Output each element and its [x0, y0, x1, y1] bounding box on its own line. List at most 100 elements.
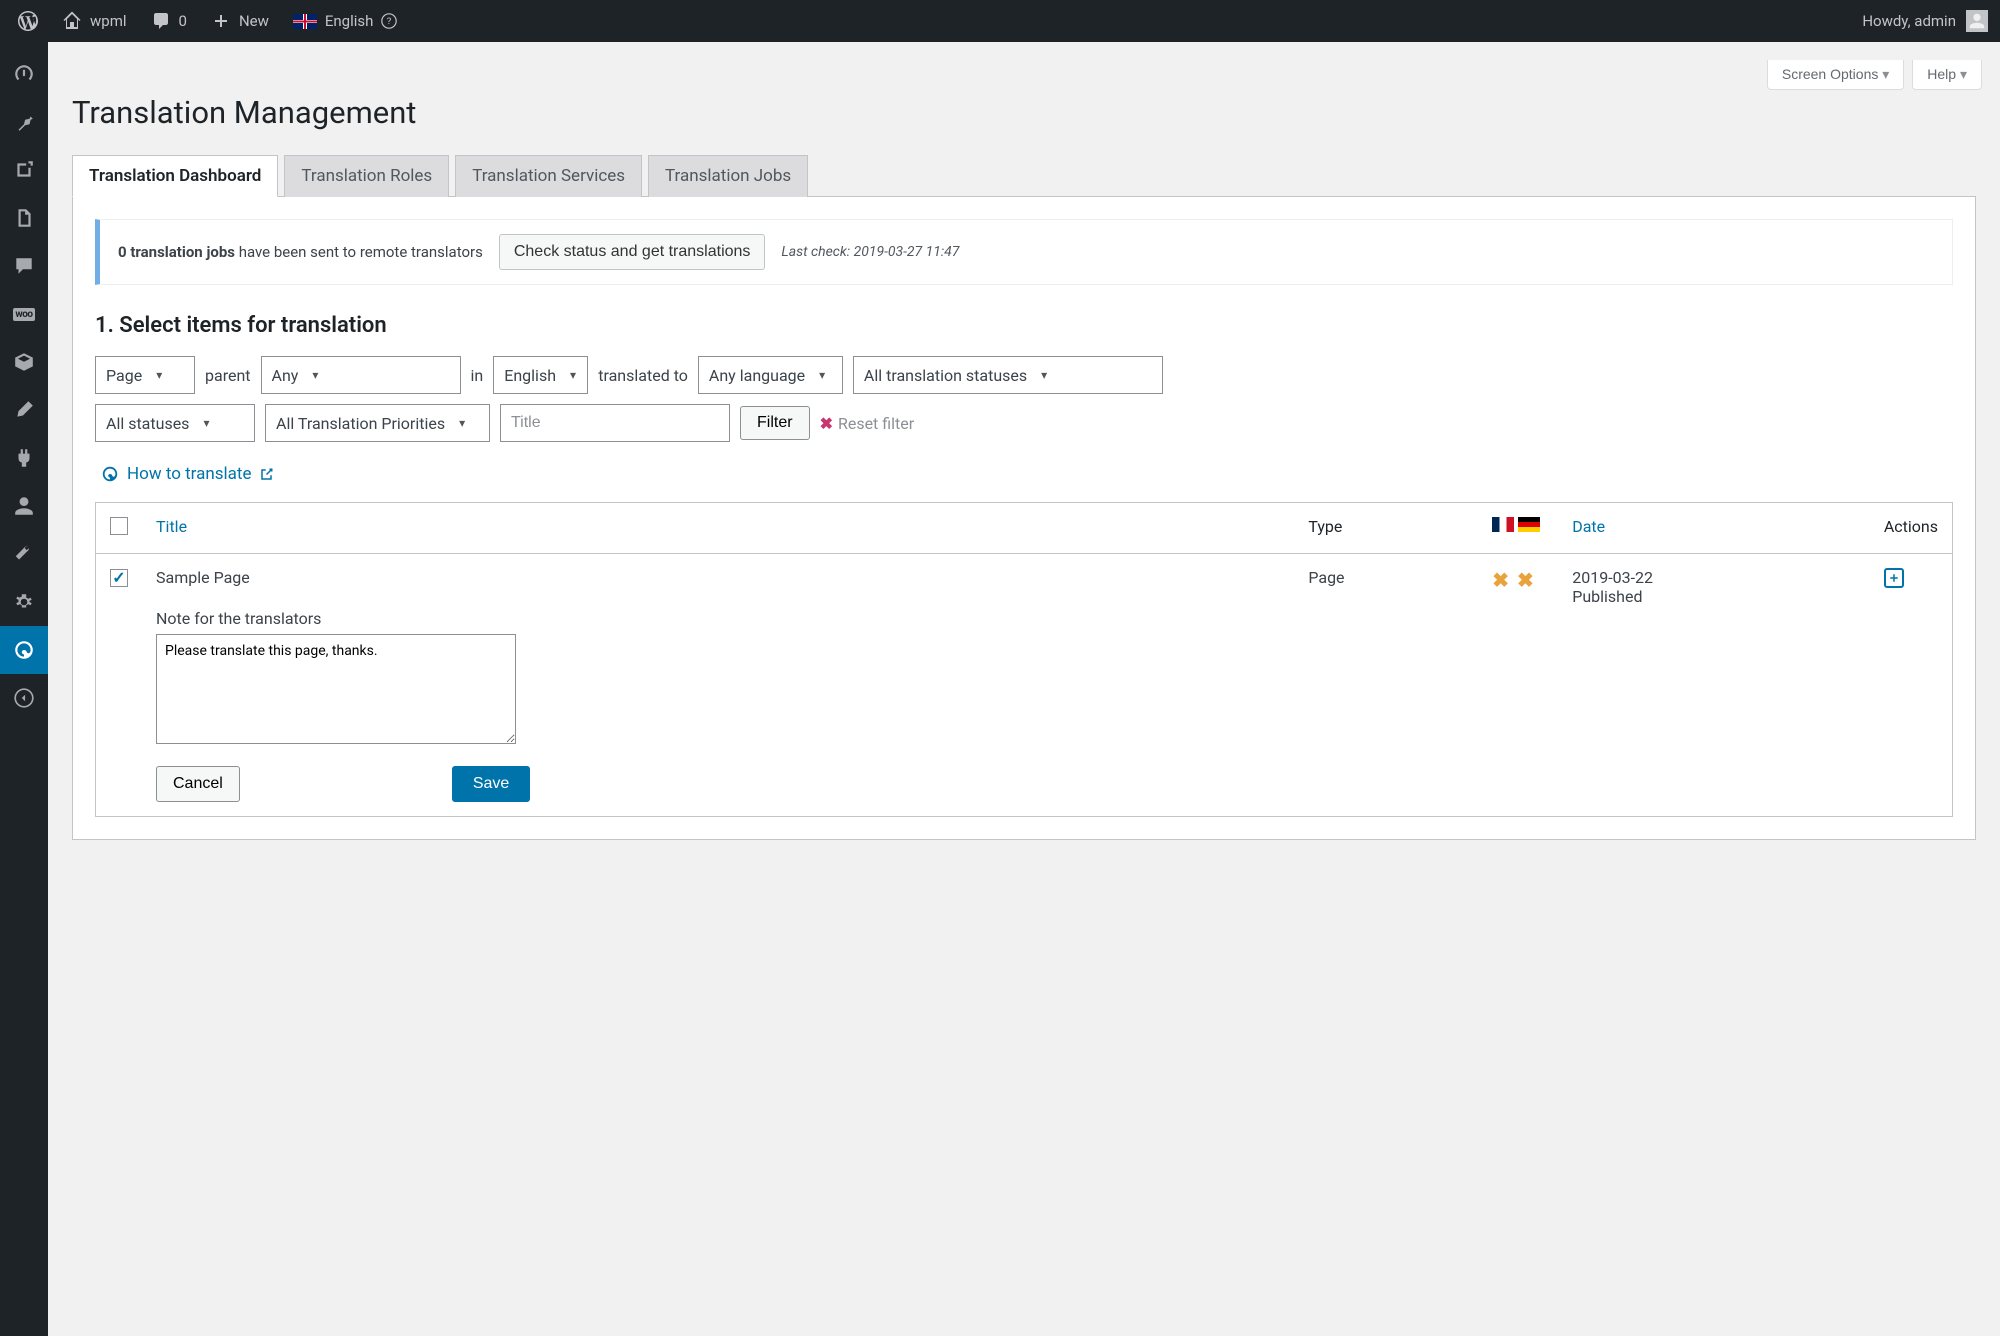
tab-translation-jobs[interactable]: Translation Jobs: [648, 155, 808, 197]
filter-translation-status-select[interactable]: All translation statuses: [853, 356, 1163, 394]
menu-products[interactable]: [0, 338, 48, 386]
menu-collapse[interactable]: [0, 674, 48, 722]
in-label: in: [471, 366, 484, 385]
menu-posts[interactable]: [0, 98, 48, 146]
items-table: Title Type Date Actions Sample Page Note…: [95, 502, 1953, 817]
menu-media[interactable]: [0, 146, 48, 194]
plugin-icon: [13, 447, 35, 469]
user-icon: [13, 495, 35, 517]
wordpress-icon: [18, 11, 38, 31]
menu-comments[interactable]: [0, 242, 48, 290]
header-type: Type: [1294, 503, 1478, 554]
woo-icon: woo: [13, 308, 34, 321]
wp-logo[interactable]: [6, 0, 50, 42]
uk-flag-icon: [293, 14, 317, 29]
comment-icon: [13, 255, 35, 277]
note-area: Note for the translators Cancel Save: [156, 609, 1280, 802]
row-type: Page: [1294, 554, 1478, 817]
collapse-icon: [13, 687, 35, 709]
tab-translation-services[interactable]: Translation Services: [455, 155, 642, 197]
menu-pages[interactable]: [0, 194, 48, 242]
jobs-count: 0 translation jobs: [118, 243, 235, 261]
last-check-text: Last check: 2019-03-27 11:47: [781, 244, 959, 260]
wpml-small-icon: [101, 465, 119, 483]
note-textarea[interactable]: [156, 634, 516, 744]
jobs-notice: 0 translation jobs have been sent to rem…: [95, 219, 1953, 285]
table-header-row: Title Type Date Actions: [96, 503, 1953, 554]
language-switcher[interactable]: English ?: [281, 0, 410, 42]
svg-text:?: ?: [387, 16, 392, 27]
x-icon: ✖: [1517, 568, 1534, 592]
new-content[interactable]: New: [199, 0, 281, 42]
header-flags: [1492, 517, 1540, 532]
select-all-checkbox[interactable]: [110, 517, 128, 535]
row-date: 2019-03-22: [1572, 568, 1856, 587]
screen-options-button[interactable]: Screen Options: [1767, 60, 1904, 90]
header-actions: Actions: [1870, 503, 1953, 554]
row-checkbox[interactable]: [110, 569, 128, 587]
comment-icon: [151, 11, 171, 31]
row-status: Published: [1572, 587, 1856, 606]
germany-flag-icon: [1518, 517, 1540, 532]
menu-tools[interactable]: [0, 530, 48, 578]
wrench-icon: [13, 543, 35, 565]
site-home[interactable]: wpml: [50, 0, 139, 42]
x-icon: ✖: [820, 414, 833, 433]
add-note-action[interactable]: [1884, 568, 1904, 588]
menu-plugins[interactable]: [0, 434, 48, 482]
nav-tabs: Translation Dashboard Translation Roles …: [72, 155, 1976, 197]
filters-row-2: All statuses All Translation Priorities …: [95, 404, 1953, 442]
external-link-icon: [259, 467, 274, 482]
header-date[interactable]: Date: [1558, 503, 1870, 554]
language-label: English: [325, 12, 374, 30]
user-account[interactable]: Howdy, admin: [1862, 10, 1988, 32]
admin-menu: woo: [0, 42, 48, 1336]
x-icon: ✖: [1492, 568, 1509, 592]
header-title[interactable]: Title: [142, 503, 1294, 554]
avatar-icon: [1966, 10, 1988, 32]
menu-woocommerce[interactable]: woo: [0, 290, 48, 338]
menu-users[interactable]: [0, 482, 48, 530]
dashboard-icon: [13, 63, 35, 85]
menu-settings[interactable]: [0, 578, 48, 626]
filter-type-select[interactable]: Page: [95, 356, 195, 394]
table-row: Sample Page Note for the translators Can…: [96, 554, 1953, 817]
help-button[interactable]: Help: [1912, 60, 1982, 90]
box-icon: [13, 351, 35, 373]
filter-target-lang-select[interactable]: Any language: [698, 356, 843, 394]
filters-row-1: Page parent Any in English translated to…: [95, 356, 1953, 394]
admin-bar: wpml 0 New English ? Howdy, admin: [0, 0, 2000, 42]
page-title: Translation Management: [72, 94, 1976, 131]
pin-icon: [13, 111, 35, 133]
tab-panel: 0 translation jobs have been sent to rem…: [72, 197, 1976, 840]
filter-priority-select[interactable]: All Translation Priorities: [265, 404, 490, 442]
filter-title-input[interactable]: [500, 404, 730, 442]
cancel-button[interactable]: Cancel: [156, 766, 240, 802]
pages-icon: [13, 207, 35, 229]
menu-appearance[interactable]: [0, 386, 48, 434]
brush-icon: [13, 399, 35, 421]
new-label: New: [239, 12, 269, 30]
menu-dashboard[interactable]: [0, 50, 48, 98]
screen-meta: Screen Options Help: [72, 60, 1982, 90]
reset-filter-link[interactable]: ✖ Reset filter: [820, 414, 915, 433]
save-button[interactable]: Save: [452, 766, 530, 802]
comments[interactable]: 0: [139, 0, 199, 42]
note-label: Note for the translators: [156, 609, 1280, 628]
filter-button[interactable]: Filter: [740, 406, 810, 440]
jobs-suffix: have been sent to remote translators: [235, 243, 483, 261]
menu-wpml[interactable]: [0, 626, 48, 674]
filter-status-select[interactable]: All statuses: [95, 404, 255, 442]
filter-lang-select[interactable]: English: [493, 356, 588, 394]
howdy-text: Howdy, admin: [1862, 12, 1956, 30]
row-translation-status: ✖✖: [1478, 554, 1558, 817]
check-status-button[interactable]: Check status and get translations: [499, 234, 766, 270]
help-circle-icon: ?: [381, 13, 397, 29]
plus-icon: [1888, 572, 1900, 584]
wpml-icon: [13, 639, 35, 661]
tab-translation-roles[interactable]: Translation Roles: [284, 155, 449, 197]
how-to-translate-link[interactable]: How to translate: [101, 464, 274, 484]
media-icon: [13, 159, 35, 181]
tab-translation-dashboard[interactable]: Translation Dashboard: [72, 155, 278, 197]
filter-parent-select[interactable]: Any: [261, 356, 461, 394]
